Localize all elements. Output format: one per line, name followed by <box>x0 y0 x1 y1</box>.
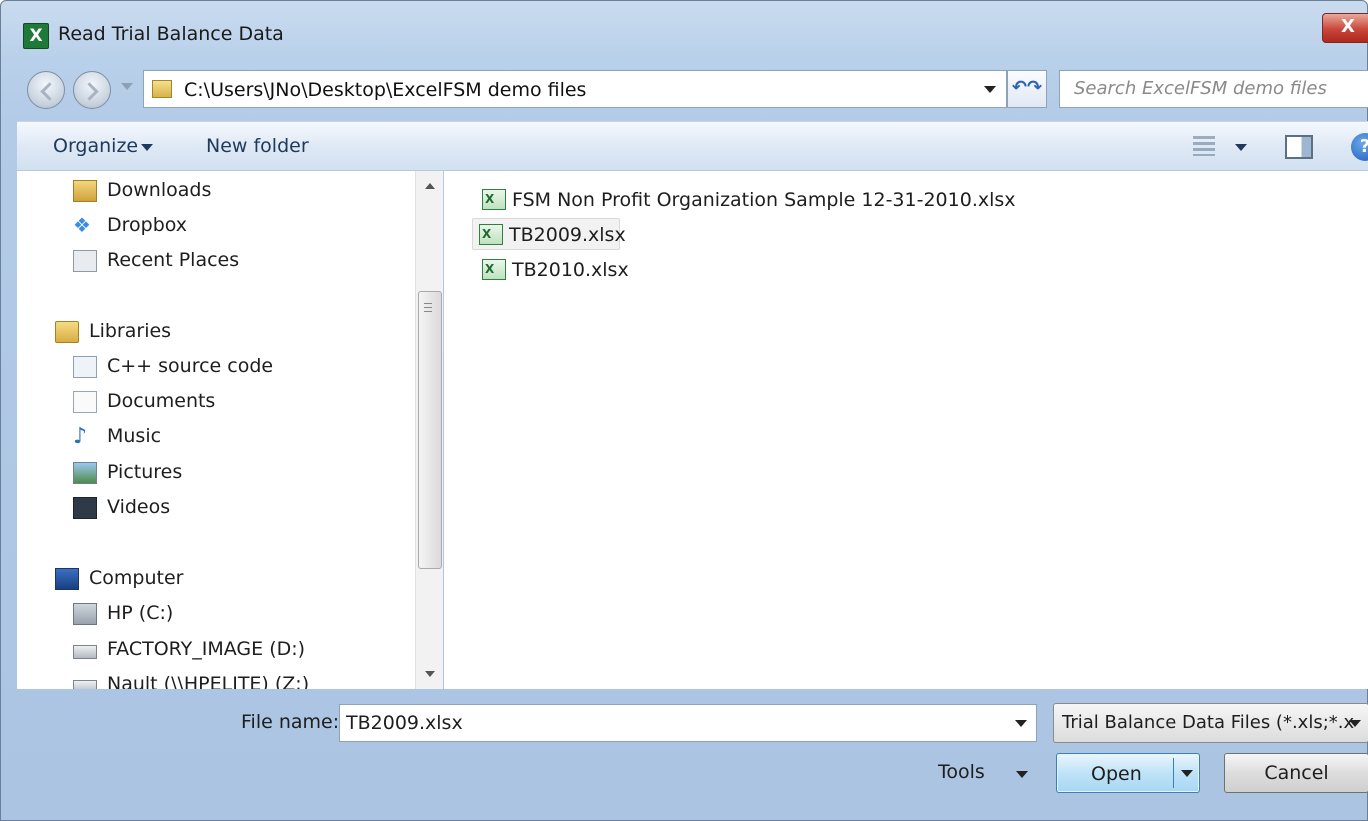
chevron-down-icon[interactable] <box>1015 720 1027 727</box>
file-list: FSM Non Profit Organization Sample 12-31… <box>444 171 1368 689</box>
scroll-thumb[interactable] <box>418 291 442 569</box>
close-button[interactable]: X <box>1322 13 1368 43</box>
scroll-grip-icon <box>424 303 432 315</box>
preview-pane-icon[interactable] <box>1285 135 1313 159</box>
nav-item-label: Computer <box>89 567 184 589</box>
nav-item-label: Downloads <box>107 179 212 201</box>
videos-icon <box>73 497 97 519</box>
libraries-icon <box>55 321 79 343</box>
library-icon <box>73 356 97 378</box>
scroll-down-icon[interactable] <box>425 671 435 677</box>
title-bar[interactable]: X Read Trial Balance Data X <box>1 1 1368 65</box>
nav-item-label: Music <box>107 425 162 447</box>
nav-item-label: C++ source code <box>107 355 274 377</box>
file-name-label: File name: <box>241 711 340 733</box>
excel-app-icon: X <box>23 23 49 49</box>
help-icon[interactable]: ? <box>1351 133 1368 161</box>
chevron-down-icon[interactable] <box>141 144 153 151</box>
nav-item-label: Pictures <box>107 461 183 483</box>
nav-item-label: Documents <box>107 390 216 412</box>
recent-places-icon <box>73 250 97 272</box>
forward-button[interactable] <box>73 71 111 109</box>
organize-button[interactable]: Organize <box>53 135 138 157</box>
excel-file-icon <box>482 189 506 210</box>
cancel-button[interactable]: Cancel <box>1224 753 1368 793</box>
drive-icon <box>73 645 97 659</box>
dropbox-icon: ❖ <box>73 213 91 237</box>
search-input[interactable]: Search ExcelFSM demo files <box>1059 70 1368 108</box>
downloads-icon <box>73 180 97 202</box>
chevron-down-icon[interactable] <box>1016 771 1028 778</box>
folder-icon <box>152 80 172 98</box>
excel-file-icon <box>482 259 506 280</box>
file-name-input[interactable]: TB2009.xlsx <box>339 704 1037 742</box>
file-name: FSM Non Profit Organization Sample 12-31… <box>512 189 1016 211</box>
computer-icon <box>55 568 79 590</box>
navigation-pane: Downloads ❖ Dropbox Recent Places Librar… <box>17 171 443 689</box>
open-button-label: Open <box>1091 763 1142 785</box>
nav-item-label: HP (C:) <box>107 602 174 624</box>
pictures-icon <box>73 462 97 484</box>
change-view-icon[interactable] <box>1193 136 1215 156</box>
nav-item-label: Videos <box>107 496 171 518</box>
file-name: TB2010.xlsx <box>512 259 629 281</box>
file-type-select[interactable]: Trial Balance Data Files (*.xls;*.x <box>1053 703 1368 743</box>
recent-locations-dropdown[interactable] <box>121 83 133 90</box>
open-button[interactable]: Open <box>1056 753 1200 793</box>
tools-button[interactable]: Tools <box>938 761 985 783</box>
documents-icon <box>73 391 97 413</box>
split-divider <box>1173 758 1174 788</box>
open-file-dialog: X Read Trial Balance Data X C:\Users\JNo… <box>0 0 1368 821</box>
hard-drive-icon <box>73 603 97 625</box>
chevron-down-icon[interactable] <box>1235 144 1247 151</box>
music-icon: ♪ <box>73 424 88 449</box>
nav-scrollbar[interactable] <box>415 171 443 689</box>
command-bar: Organize New folder ? <box>17 121 1368 171</box>
dialog-title: Read Trial Balance Data <box>58 23 284 45</box>
nav-item-label: Recent Places <box>107 249 240 271</box>
nav-item-label: Nault (\\HPELITE) (Z:) <box>107 673 310 689</box>
nav-item-label: Libraries <box>89 320 172 342</box>
nav-item-label: FACTORY_IMAGE (D:) <box>107 638 306 660</box>
chevron-down-icon[interactable] <box>1181 770 1193 777</box>
file-item[interactable]: TB2009.xlsx <box>472 218 626 250</box>
address-path[interactable]: C:\Users\JNo\Desktop\ExcelFSM demo files <box>184 79 586 101</box>
file-item[interactable]: FSM Non Profit Organization Sample 12-31… <box>476 184 1016 216</box>
new-folder-button[interactable]: New folder <box>206 135 309 157</box>
chevron-down-icon[interactable] <box>984 86 996 93</box>
nav-item-label: Dropbox <box>107 214 188 236</box>
excel-file-icon <box>479 224 503 245</box>
refresh-button[interactable]: ↶↷ <box>1007 70 1047 108</box>
back-button[interactable] <box>27 71 65 109</box>
file-item[interactable]: TB2010.xlsx <box>476 254 629 286</box>
file-name: TB2009.xlsx <box>509 224 626 246</box>
scroll-up-icon[interactable] <box>425 183 435 189</box>
address-bar[interactable]: C:\Users\JNo\Desktop\ExcelFSM demo files <box>143 70 1007 108</box>
chevron-down-icon[interactable] <box>1349 720 1361 727</box>
network-drive-icon <box>73 680 97 689</box>
